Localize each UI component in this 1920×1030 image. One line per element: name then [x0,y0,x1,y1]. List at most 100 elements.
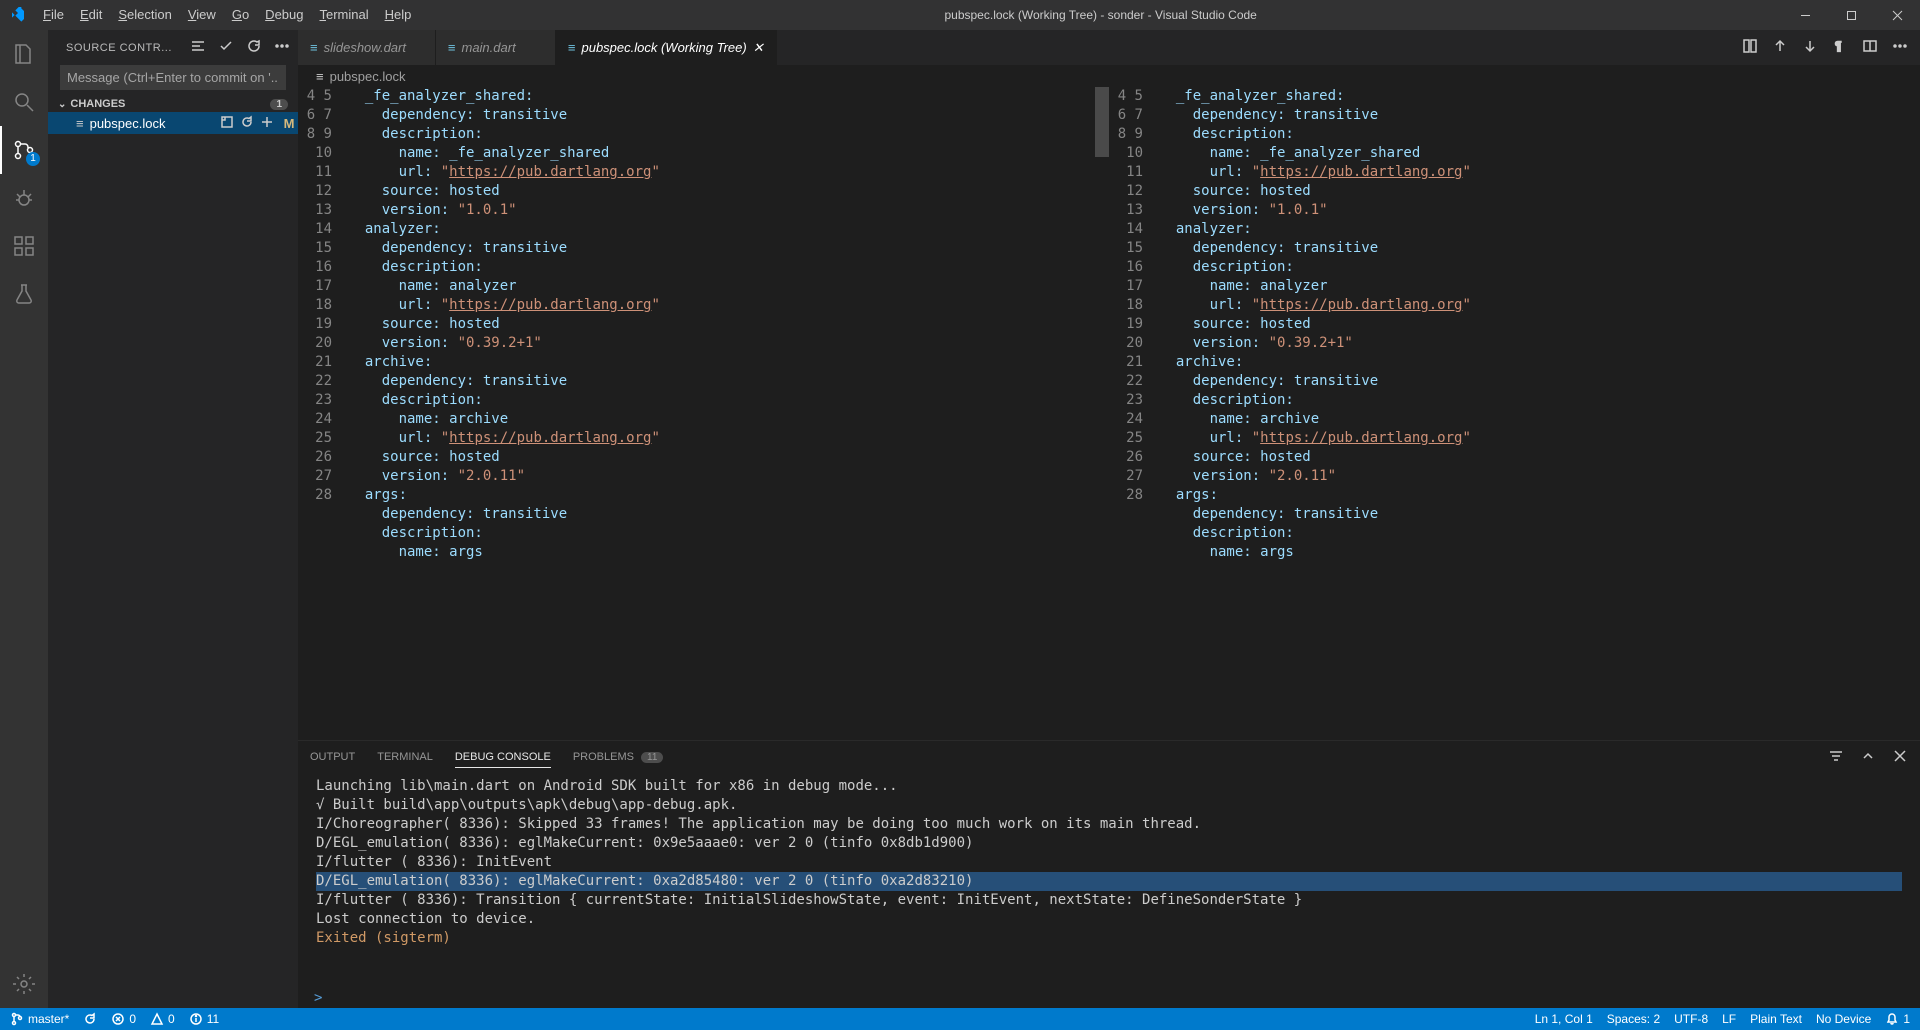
menu-terminal[interactable]: Terminal [311,0,376,30]
activity-bar: 1 [0,30,48,1008]
info-count[interactable]: 11 [189,1012,219,1026]
editor-actions: ¶ [1730,30,1920,65]
window-title: pubspec.lock (Working Tree) - sonder - V… [419,8,1782,22]
debug-console-input[interactable]: > [298,988,1920,1008]
editor-tab[interactable]: ≡slideshow.dart✕ [298,30,436,65]
commit-icon[interactable] [218,38,234,57]
bottom-panel: OUTPUT TERMINAL DEBUG CONSOLE PROBLEMS 1… [298,740,1920,1008]
scrollbar-thumb[interactable] [1095,87,1109,157]
editor-tab[interactable]: ≡pubspec.lock (Working Tree)✕ [556,30,777,65]
changes-section[interactable]: ⌄ CHANGES 1 [48,96,298,112]
svg-text:¶: ¶ [1835,39,1841,53]
sidebar-title: SOURCE CONTR... [66,42,190,54]
scm-badge: 1 [26,152,40,166]
console-line: I/flutter ( 8336): InitEvent [316,853,1902,872]
changes-label: CHANGES [70,98,125,110]
cursor-position[interactable]: Ln 1, Col 1 [1535,1012,1593,1026]
tab-output[interactable]: OUTPUT [310,747,355,767]
refresh-icon[interactable] [246,38,262,57]
close-icon[interactable]: ✕ [753,40,764,56]
view-tree-icon[interactable] [190,38,206,57]
menu-debug[interactable]: Debug [257,0,311,30]
menu-go[interactable]: Go [224,0,257,30]
file-icon: ≡ [568,40,576,55]
language-mode[interactable]: Plain Text [1750,1012,1802,1026]
file-icon: ≡ [76,116,84,131]
panel-tabs: OUTPUT TERMINAL DEBUG CONSOLE PROBLEMS 1… [298,741,1920,773]
collapse-icon[interactable] [1860,748,1876,767]
settings-icon[interactable] [0,960,48,1008]
explorer-icon[interactable] [0,30,48,78]
eol[interactable]: LF [1722,1012,1736,1026]
beaker-icon[interactable] [0,270,48,318]
debug-console-output[interactable]: Launching lib\main.dart on Android SDK b… [298,773,1920,988]
sync-indicator[interactable] [83,1012,97,1026]
breadcrumb[interactable]: ≡ pubspec.lock [298,65,1920,87]
console-line: Exited (sigterm) [316,929,1902,948]
open-file-icon[interactable] [220,115,234,132]
encoding[interactable]: UTF-8 [1674,1012,1708,1026]
tab-debug-console[interactable]: DEBUG CONSOLE [455,747,551,768]
branch-indicator[interactable]: master* [10,1012,69,1026]
editor-area: ≡slideshow.dart✕≡main.dart✕≡pubspec.lock… [298,30,1920,1008]
console-line: D/EGL_emulation( 8336): eglMakeCurrent: … [316,872,1902,891]
diff-editor: 4 5 6 7 8 9 10 11 12 13 14 15 16 17 18 1… [298,87,1920,740]
menu-file[interactable]: File [35,0,72,30]
window-controls [1782,0,1920,30]
source-control-icon[interactable]: 1 [0,126,48,174]
file-status: M [280,116,298,131]
problems-count: 11 [641,752,663,763]
sidebar-header: SOURCE CONTR... [48,30,298,65]
split-editor-icon[interactable] [1862,38,1878,57]
console-line: I/flutter ( 8336): Transition { currentS… [316,891,1902,910]
file-icon: ≡ [316,69,324,84]
sidebar: SOURCE CONTR... ⌄ CHANGES 1 ≡ pubspec.lo… [48,30,298,1008]
minimap[interactable] [1900,87,1920,740]
extensions-icon[interactable] [0,222,48,270]
notifications[interactable]: 1 [1885,1012,1910,1026]
menu-view[interactable]: View [180,0,224,30]
commit-input[interactable] [60,65,286,90]
close-button[interactable] [1874,0,1920,30]
previous-change-icon[interactable] [1772,38,1788,57]
vscode-icon [0,7,35,23]
editor-tab[interactable]: ≡main.dart✕ [436,30,556,65]
more-actions-icon[interactable] [1892,38,1908,57]
tabs-row: ≡slideshow.dart✕≡main.dart✕≡pubspec.lock… [298,30,1920,65]
file-icon: ≡ [448,40,456,55]
file-name: pubspec.lock [90,116,220,131]
menu-edit[interactable]: Edit [72,0,110,30]
maximize-button[interactable] [1828,0,1874,30]
indentation[interactable]: Spaces: 2 [1607,1012,1660,1026]
close-panel-icon[interactable] [1892,748,1908,767]
filter-icon[interactable] [1828,748,1844,767]
changed-file-row[interactable]: ≡ pubspec.lock M [48,112,298,134]
tab-problems[interactable]: PROBLEMS 11 [573,747,664,767]
editor-right[interactable]: 4 5 6 7 8 9 10 11 12 13 14 15 16 17 18 1… [1109,87,1920,740]
debug-icon[interactable] [0,174,48,222]
menu-selection[interactable]: Selection [110,0,179,30]
error-count[interactable]: 0 [111,1012,136,1026]
chevron-down-icon: ⌄ [58,99,66,110]
warning-count[interactable]: 0 [150,1012,175,1026]
discard-icon[interactable] [240,115,254,132]
minimize-button[interactable] [1782,0,1828,30]
changes-count: 1 [270,99,288,110]
menu-help[interactable]: Help [377,0,420,30]
commit-message-input[interactable] [60,65,286,90]
editor-left[interactable]: 4 5 6 7 8 9 10 11 12 13 14 15 16 17 18 1… [298,87,1109,740]
status-bar: master* 0 0 11 Ln 1, Col 1 Spaces: 2 UTF… [0,1008,1920,1030]
whitespace-icon[interactable]: ¶ [1832,38,1848,57]
file-icon: ≡ [310,40,318,55]
console-line: Lost connection to device. [316,910,1902,929]
search-icon[interactable] [0,78,48,126]
menubar: FileEditSelectionViewGoDebugTerminalHelp [35,0,419,30]
next-change-icon[interactable] [1802,38,1818,57]
stage-icon[interactable] [260,115,274,132]
console-line: Launching lib\main.dart on Android SDK b… [316,777,1902,796]
device-selector[interactable]: No Device [1816,1012,1871,1026]
tab-terminal[interactable]: TERMINAL [377,747,433,767]
more-icon[interactable] [274,38,290,57]
compare-icon[interactable] [1742,38,1758,57]
console-line: I/Choreographer( 8336): Skipped 33 frame… [316,815,1902,834]
